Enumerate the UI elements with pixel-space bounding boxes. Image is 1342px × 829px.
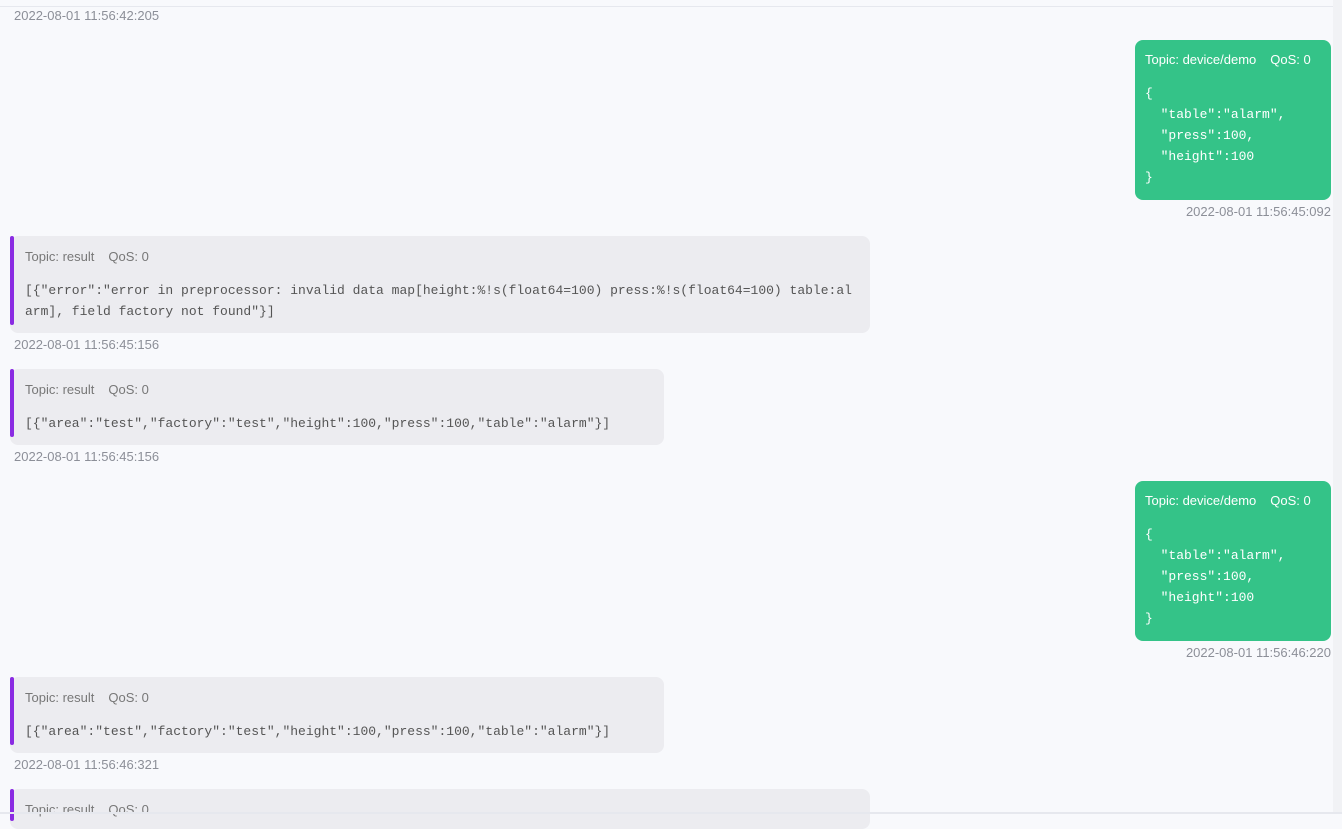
message-meta: Topic: result QoS: 0: [25, 690, 652, 705]
message-meta: Topic: result QoS: 0: [25, 249, 858, 264]
message-timestamp: 2022-08-01 11:56:46:220: [1185, 645, 1331, 660]
message-timestamp: 2022-08-01 11:56:46:321: [14, 757, 160, 772]
qos-label: QoS: 0: [108, 802, 149, 817]
received-message[interactable]: Topic: result QoS: 0 [{"area":"test","fac…: [10, 677, 664, 753]
topic-label: Topic: device/demo: [1145, 52, 1257, 67]
scrollbar[interactable]: [1333, 0, 1342, 814]
topic-label: Topic: device/demo: [1145, 493, 1257, 508]
received-message[interactable]: Topic: result QoS: 0 [{"error":"error in …: [10, 236, 870, 333]
message-meta: Topic: device/demo QoS: 0: [1145, 493, 1321, 508]
topic-label: Topic: result: [25, 249, 95, 264]
topic-label: Topic: result: [25, 690, 95, 705]
topic-label: Topic: result: [25, 802, 95, 817]
message-timestamp: 2022-08-01 11:56:42:205: [14, 8, 160, 23]
message-meta: Topic: result QoS: 0: [25, 802, 858, 817]
message-meta: Topic: result QoS: 0: [25, 382, 652, 397]
message-payload: [{"area":"test","factory":"test","height…: [25, 416, 611, 431]
published-message[interactable]: Topic: device/demo QoS: 0 { "table":"alar…: [1135, 40, 1331, 200]
received-message[interactable]: Topic: result QoS: 0: [10, 789, 870, 829]
qos-label: QoS: 0: [108, 690, 149, 705]
message-meta: Topic: device/demo QoS: 0: [1145, 52, 1321, 67]
message-payload: [{"area":"test","factory":"test","height…: [25, 724, 611, 739]
topic-label: Topic: result: [25, 382, 95, 397]
qos-label: QoS: 0: [108, 382, 149, 397]
message-payload: { "table":"alarm", "press":100, "height"…: [1145, 86, 1286, 185]
message-timestamp: 2022-08-01 11:56:45:092: [1185, 204, 1331, 219]
qos-label: QoS: 0: [108, 249, 149, 264]
published-message[interactable]: Topic: device/demo QoS: 0 { "table":"alar…: [1135, 481, 1331, 641]
message-timestamp: 2022-08-01 11:56:45:156: [14, 337, 160, 352]
message-payload: [{"error":"error in preprocessor: invali…: [25, 283, 852, 319]
received-message[interactable]: Topic: result QoS: 0 [{"area":"test","fac…: [10, 369, 664, 445]
qos-label: QoS: 0: [1270, 52, 1311, 67]
message-timestamp: 2022-08-01 11:56:45:156: [14, 449, 160, 464]
message-payload: { "table":"alarm", "press":100, "height"…: [1145, 527, 1286, 626]
qos-label: QoS: 0: [1270, 493, 1311, 508]
top-divider: [0, 6, 1342, 7]
